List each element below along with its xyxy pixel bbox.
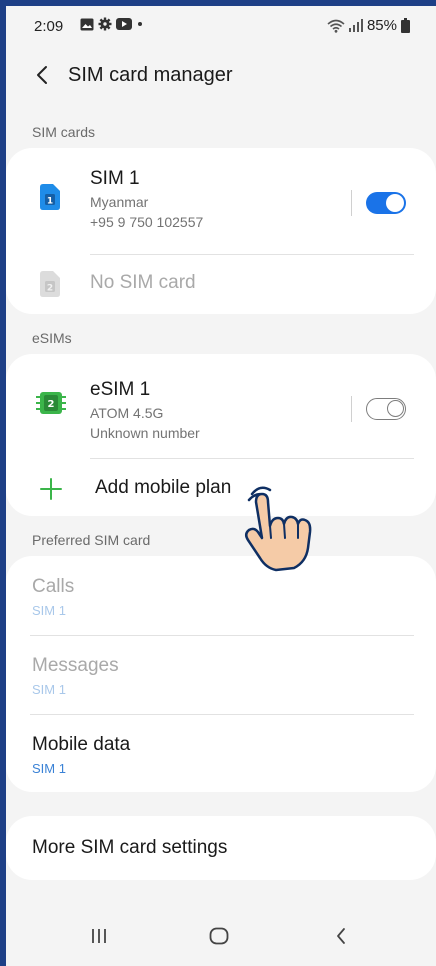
esim-1-row[interactable]: 2 eSIM 1 ATOM 4.5G Unknown number xyxy=(6,354,436,454)
sim-cards-card: 1 SIM 1 Myanmar +95 9 750 102557 2 No SI… xyxy=(6,148,436,314)
calls-value: SIM 1 xyxy=(32,603,66,618)
toggle-separator xyxy=(351,396,352,422)
calls-row: Calls SIM 1 xyxy=(6,556,436,635)
sim-2-row: 2 No SIM card xyxy=(6,255,436,314)
sim-1-row[interactable]: 1 SIM 1 Myanmar +95 9 750 102557 xyxy=(6,148,436,244)
screen: 2:09 85% SIM card manager SIM cards 1 SI… xyxy=(6,6,436,966)
battery-icon xyxy=(401,18,410,33)
sim-badge-number: 1 xyxy=(47,197,53,207)
no-sim-card-label: No SIM card xyxy=(90,272,196,293)
battery-percent: 85% xyxy=(366,17,397,34)
tap-hand-icon xyxy=(245,486,312,572)
back-nav-button[interactable] xyxy=(326,924,356,948)
app-bar: SIM card manager xyxy=(6,56,436,96)
gallery-icon xyxy=(80,18,94,30)
sim-card-empty-icon: 2 xyxy=(40,271,60,297)
status-right: 85% xyxy=(327,17,410,34)
esim-chip-icon: 2 xyxy=(36,392,66,414)
navigation-bar xyxy=(6,906,436,966)
back-button[interactable] xyxy=(30,62,54,88)
sim-1-toggle[interactable] xyxy=(366,192,406,214)
esim-1-toggle[interactable] xyxy=(366,398,406,420)
section-label-preferred-sim: Preferred SIM card xyxy=(32,532,151,548)
preferred-sim-card: Calls SIM 1 Messages SIM 1 Mobile data S… xyxy=(6,556,436,792)
youtube-icon xyxy=(116,18,132,30)
sim-1-carrier: Myanmar xyxy=(90,194,149,210)
sim-card-icon: 1 xyxy=(40,184,60,210)
recent-apps-button[interactable] xyxy=(84,924,114,948)
esim-1-carrier: ATOM 4.5G xyxy=(90,405,164,421)
esim-1-name: eSIM 1 xyxy=(90,379,151,400)
mobile-data-value: SIM 1 xyxy=(32,761,66,776)
esims-card: 2 eSIM 1 ATOM 4.5G Unknown number Add mo… xyxy=(6,354,436,516)
messages-value: SIM 1 xyxy=(32,682,66,697)
toggle-knob xyxy=(386,194,404,212)
home-button[interactable] xyxy=(204,924,234,948)
sim-1-number: +95 9 750 102557 xyxy=(90,214,204,230)
notification-icons xyxy=(80,17,144,31)
wifi-icon xyxy=(327,19,345,33)
messages-row: Messages SIM 1 xyxy=(6,636,436,714)
mobile-data-label: Mobile data xyxy=(32,734,131,755)
calls-label: Calls xyxy=(32,576,75,597)
esim-badge-number: 2 xyxy=(48,399,55,410)
settings-gear-icon xyxy=(98,17,112,31)
more-sim-settings-button[interactable]: More SIM card settings xyxy=(6,816,436,880)
section-label-sim-cards: SIM cards xyxy=(32,124,96,140)
messages-label: Messages xyxy=(32,655,119,676)
section-label-esims: eSIMs xyxy=(32,330,72,346)
add-mobile-plan-label: Add mobile plan xyxy=(95,477,232,498)
chevron-left-icon xyxy=(37,66,47,84)
back-arrow-icon xyxy=(337,928,345,944)
status-bar: 2:09 85% xyxy=(6,6,436,42)
toggle-knob xyxy=(387,400,404,417)
add-mobile-plan-row[interactable]: Add mobile plan xyxy=(6,459,436,516)
dot-icon xyxy=(138,22,142,26)
mobile-data-row[interactable]: Mobile data SIM 1 xyxy=(6,715,436,792)
status-time: 2:09 xyxy=(34,18,64,35)
plus-icon xyxy=(40,478,62,500)
home-icon xyxy=(209,927,229,945)
toggle-separator xyxy=(351,190,352,216)
esim-1-number: Unknown number xyxy=(90,425,200,441)
sim-1-name: SIM 1 xyxy=(90,168,140,189)
more-sim-settings-label: More SIM card settings xyxy=(32,837,228,858)
page-title: SIM card manager xyxy=(68,64,233,86)
signal-icon xyxy=(348,19,363,32)
recent-apps-icon xyxy=(92,929,106,943)
sim-badge-number: 2 xyxy=(47,284,53,294)
